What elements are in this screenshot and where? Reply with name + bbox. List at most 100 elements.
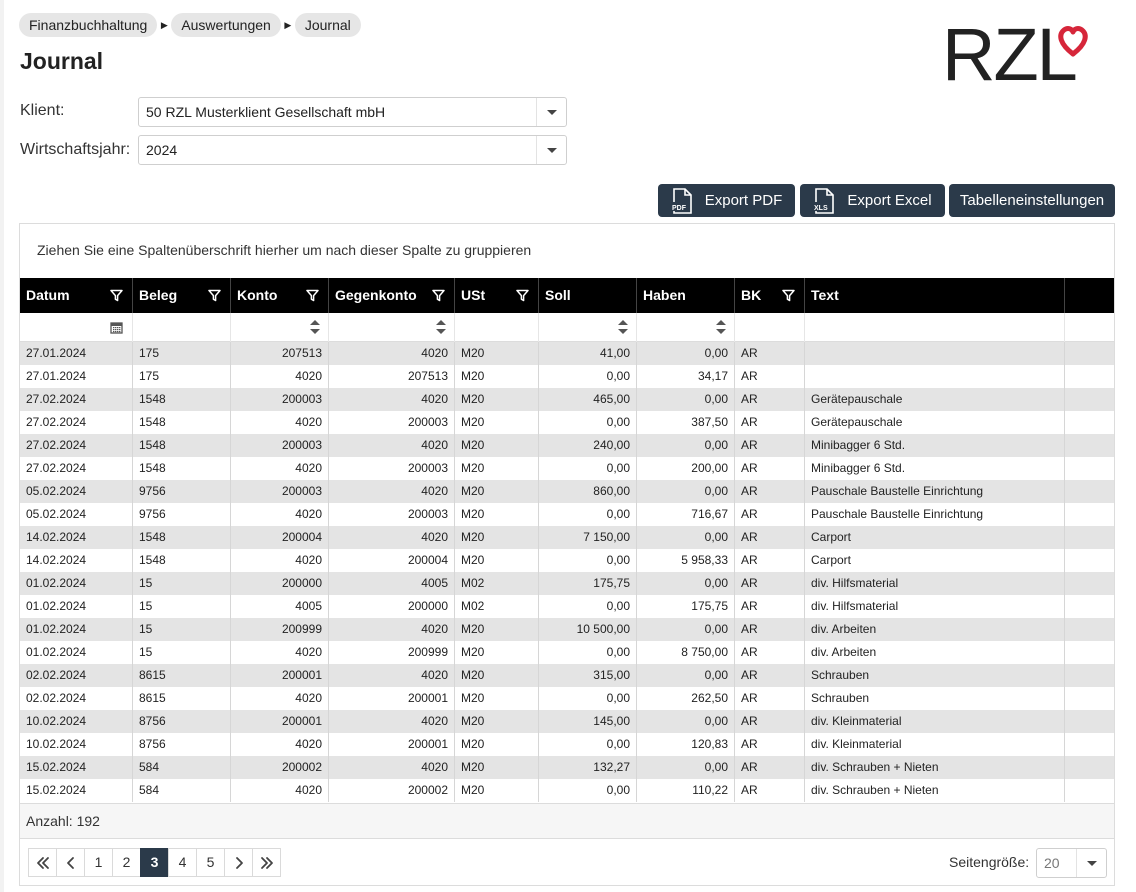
export-excel-button[interactable]: XLS Export Excel — [800, 184, 945, 217]
page-button[interactable]: 1 — [84, 848, 113, 877]
table-row[interactable]: 15.02.2024 584 200002 4020 M20 132,27 0,00 AR di… — [20, 756, 1114, 779]
table-settings-button[interactable]: Tabelleneinstellungen — [949, 184, 1115, 217]
cell-ust: M20 — [455, 480, 539, 503]
export-pdf-button[interactable]: PDF Export PDF — [658, 184, 795, 217]
filter-icon[interactable] — [306, 289, 319, 302]
klient-select[interactable]: 50 RZL Musterklient Gesellschaft mbH — [138, 97, 567, 127]
first-page-button[interactable] — [28, 848, 57, 877]
filter-cell-haben[interactable] — [637, 313, 735, 342]
table-row[interactable]: 02.02.2024 8615 4020 200001 M20 0,00 262,50 AR S… — [20, 687, 1114, 710]
table-row[interactable]: 01.02.2024 15 4020 200999 M20 0,00 8 750,00 AR d… — [20, 641, 1114, 664]
breadcrumb-item-journal[interactable]: Journal — [294, 13, 361, 37]
chevron-down-icon[interactable] — [1076, 849, 1106, 877]
table-row[interactable]: 14.02.2024 1548 4020 200004 M20 0,00 5 958,33 A… — [20, 549, 1114, 572]
table-row[interactable]: 01.02.2024 15 200999 4020 M20 10 500,00 0,00 AR… — [20, 618, 1114, 641]
column-header-ust[interactable]: USt — [455, 278, 539, 313]
cell-haben: 120,83 — [637, 733, 735, 756]
export-pdf-label: Export PDF — [704, 192, 783, 209]
table-row[interactable]: 27.02.2024 1548 4020 200003 M20 0,00 200,00 AR M… — [20, 457, 1114, 480]
column-header-beleg[interactable]: Beleg — [133, 278, 231, 313]
table-row[interactable]: 27.02.2024 1548 200003 4020 M20 240,00 0,00 AR M… — [20, 434, 1114, 457]
cell-datum: 01.02.2024 — [20, 641, 133, 664]
last-page-icon — [260, 856, 273, 869]
cell-bk: AR — [735, 480, 805, 503]
cell-haben: 387,50 — [637, 411, 735, 434]
column-header-datum[interactable]: Datum — [20, 278, 133, 313]
filter-cell-bk[interactable] — [735, 313, 805, 342]
cell-spacer — [1065, 457, 1094, 480]
table-row[interactable]: 15.02.2024 584 4020 200002 M20 0,00 110,22 AR di… — [20, 779, 1114, 802]
column-header-gegenkonto[interactable]: Gegenkonto — [329, 278, 455, 313]
table-row[interactable]: 05.02.2024 9756 200003 4020 M20 860,00 0,00 AR P… — [20, 480, 1114, 503]
cell-haben: 716,67 — [637, 503, 735, 526]
column-header-haben[interactable]: Haben — [637, 278, 735, 313]
group-drop-area[interactable]: Ziehen Sie eine Spaltenüberschrift hierh… — [37, 242, 531, 258]
sort-arrows-icon[interactable] — [716, 319, 726, 335]
cell-bk: AR — [735, 365, 805, 388]
cell-bk: AR — [735, 687, 805, 710]
table-row[interactable]: 27.01.2024 175 207513 4020 M20 41,00 0,00 AR — [20, 342, 1114, 365]
sort-arrows-icon[interactable] — [310, 319, 320, 335]
page-button[interactable]: 4 — [168, 848, 197, 877]
chevron-down-icon[interactable] — [536, 98, 566, 126]
page-button[interactable]: 5 — [196, 848, 225, 877]
chevron-down-icon[interactable] — [536, 136, 566, 164]
cell-beleg: 9756 — [133, 503, 231, 526]
table-row[interactable]: 27.01.2024 175 4020 207513 M20 0,00 34,17 AR — [20, 365, 1114, 388]
filter-icon[interactable] — [782, 289, 795, 302]
column-header-label: Haben — [643, 287, 686, 303]
cell-ust: M20 — [455, 618, 539, 641]
column-header-label: Gegenkonto — [335, 287, 417, 303]
filter-cell-beleg[interactable] — [133, 313, 231, 342]
table-row[interactable]: 10.02.2024 8756 4020 200001 M20 0,00 120,83 AR d… — [20, 733, 1114, 756]
page-button[interactable]: 2 — [112, 848, 141, 877]
table-row[interactable]: 27.02.2024 1548 200003 4020 M20 465,00 0,00 AR G… — [20, 388, 1114, 411]
column-header-text[interactable]: Text — [805, 278, 1065, 313]
breadcrumb: Finanzbuchhaltung ▶ Auswertungen ▶ Journ… — [19, 13, 361, 37]
cell-datum: 10.02.2024 — [20, 710, 133, 733]
cell-text: Minibagger 6 Std. — [805, 434, 1065, 457]
cell-ust: M20 — [455, 411, 539, 434]
cell-haben: 200,00 — [637, 457, 735, 480]
page-button[interactable]: 3 — [140, 848, 169, 877]
cell-gegenkonto: 200003 — [329, 411, 455, 434]
previous-page-button[interactable] — [56, 848, 85, 877]
wirtschaftsjahr-select[interactable]: 2024 — [138, 135, 567, 165]
table-row[interactable]: 01.02.2024 15 200000 4005 M02 175,75 0,00 AR div… — [20, 572, 1114, 595]
breadcrumb-item-finanzbuchhaltung[interactable]: Finanzbuchhaltung — [19, 13, 158, 37]
filter-icon[interactable] — [208, 289, 221, 302]
column-header-bk[interactable]: BK — [735, 278, 805, 313]
filter-icon[interactable] — [432, 289, 445, 302]
next-page-button[interactable] — [224, 848, 253, 877]
previous-page-icon — [66, 856, 74, 869]
cell-datum: 01.02.2024 — [20, 618, 133, 641]
filter-cell-soll[interactable] — [539, 313, 637, 342]
cell-text: div. Kleinmaterial — [805, 710, 1065, 733]
cell-gegenkonto: 200001 — [329, 733, 455, 756]
cell-ust: M20 — [455, 457, 539, 480]
last-page-button[interactable] — [252, 848, 281, 877]
filter-cell-datum[interactable] — [20, 313, 133, 342]
page-size-select[interactable]: 20 — [1036, 848, 1107, 878]
breadcrumb-item-auswertungen[interactable]: Auswertungen — [171, 13, 281, 37]
cell-bk: AR — [735, 572, 805, 595]
cell-datum: 05.02.2024 — [20, 480, 133, 503]
filter-cell-konto[interactable] — [231, 313, 329, 342]
table-row[interactable]: 05.02.2024 9756 4020 200003 M20 0,00 716,67 AR P… — [20, 503, 1114, 526]
table-row[interactable]: 27.02.2024 1548 4020 200003 M20 0,00 387,50 AR G… — [20, 411, 1114, 434]
sort-arrows-icon[interactable] — [436, 319, 446, 335]
table-row[interactable]: 01.02.2024 15 4005 200000 M02 0,00 175,75 AR div… — [20, 595, 1114, 618]
table-row[interactable]: 14.02.2024 1548 200004 4020 M20 7 150,00 0,00 A… — [20, 526, 1114, 549]
calendar-icon[interactable] — [110, 321, 123, 334]
filter-icon[interactable] — [110, 289, 123, 302]
table-row[interactable]: 10.02.2024 8756 200001 4020 M20 145,00 0,00 AR d… — [20, 710, 1114, 733]
filter-cell-ust[interactable] — [455, 313, 539, 342]
column-header-konto[interactable]: Konto — [231, 278, 329, 313]
filter-icon[interactable] — [516, 289, 529, 302]
filter-cell-gegenkonto[interactable] — [329, 313, 455, 342]
filter-cell-text[interactable] — [805, 313, 1065, 342]
sort-arrows-icon[interactable] — [618, 319, 628, 335]
column-header-soll[interactable]: Soll — [539, 278, 637, 313]
table-row[interactable]: 02.02.2024 8615 200001 4020 M20 315,00 0,00 AR S… — [20, 664, 1114, 687]
cell-gegenkonto: 4020 — [329, 434, 455, 457]
